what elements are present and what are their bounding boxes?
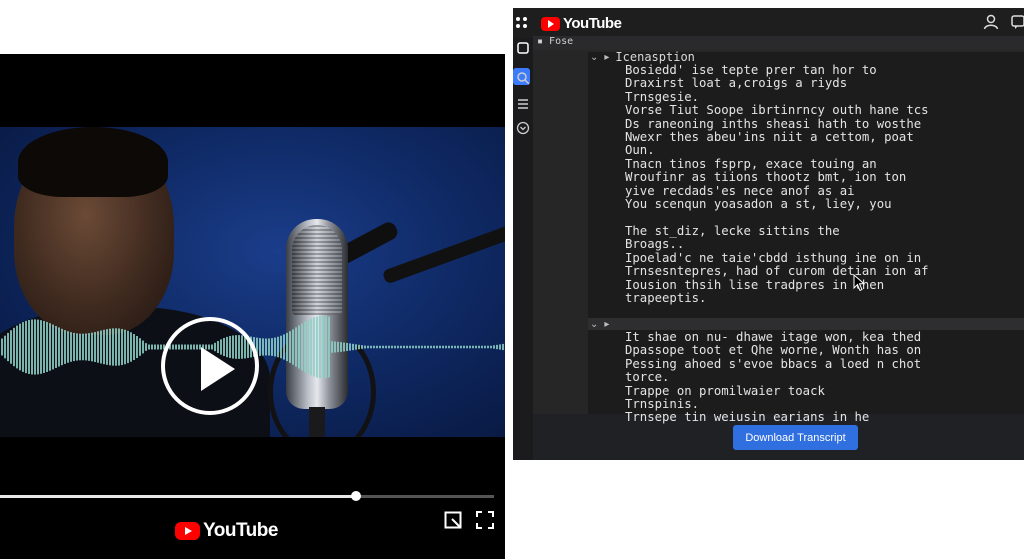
youtube-logo-icon <box>541 16 560 31</box>
search-icon[interactable] <box>515 70 531 86</box>
notifications-icon[interactable] <box>1011 14 1024 30</box>
apps-icon[interactable] <box>515 40 531 56</box>
progress-bar[interactable] <box>0 491 494 501</box>
chevron-right-icon[interactable]: ▸ <box>604 319 609 330</box>
segment-header[interactable]: ⌄ ▸ <box>590 317 609 331</box>
segment-title: Icenasption <box>615 50 695 64</box>
segment-divider <box>588 318 1024 330</box>
progress-scrubber[interactable] <box>350 491 361 501</box>
person-hair <box>18 127 168 197</box>
mic-boom-arm <box>381 223 505 285</box>
chevron-down-circle-icon[interactable] <box>515 120 531 136</box>
play-icon <box>201 347 235 391</box>
progress-fill <box>0 495 356 498</box>
side-rail <box>513 38 533 460</box>
chevron-down-icon[interactable]: ⌄ <box>590 52 598 63</box>
youtube-logo-text: YouTube <box>203 520 278 541</box>
account-icon[interactable] <box>983 14 999 30</box>
breadcrumb: ▪ Fose <box>533 36 1024 50</box>
mouse-cursor-icon <box>853 274 866 292</box>
download-transcript-button[interactable]: Download Transcript <box>733 425 858 450</box>
youtube-logo-text: YouTube <box>563 15 622 32</box>
window-header: YouTube <box>513 8 1024 38</box>
play-button[interactable] <box>161 317 259 415</box>
menu-icon[interactable] <box>515 96 531 112</box>
miniplayer-icon[interactable] <box>444 511 462 529</box>
segment-header[interactable]: ⌄ ▸ Icenasption <box>590 50 695 64</box>
chevron-right-icon[interactable]: ▸ <box>604 52 609 63</box>
segment-text: Bosiedd' ise tepte prer tan hor to Draxi… <box>625 63 929 305</box>
video-player[interactable]: YouTube <box>0 54 505 559</box>
window-youtube-logo[interactable]: YouTube <box>541 15 622 32</box>
breadcrumb-label[interactable]: ▪ Fose <box>537 36 573 47</box>
video-frame[interactable] <box>0 127 505 437</box>
youtube-logo-icon <box>175 522 200 540</box>
fullscreen-icon[interactable] <box>476 511 494 529</box>
chevron-down-icon[interactable]: ⌄ <box>590 319 598 330</box>
apps-grid-icon[interactable] <box>515 16 529 30</box>
youtube-logo: YouTube <box>175 520 278 542</box>
transcript-window: YouTube ▪ Fose ⌄ ▸ Icenasption Bosiedd' … <box>513 8 1024 460</box>
segment-text: It shae on nu- dhawe itage won, kea thed… <box>625 330 922 425</box>
transcript-panel: ⌄ ▸ Icenasption Bosiedd' ise tepte prer … <box>533 50 1024 424</box>
